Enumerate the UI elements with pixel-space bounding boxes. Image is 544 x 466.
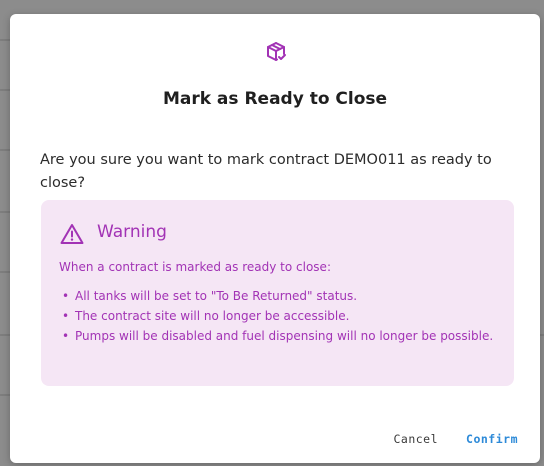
warning-intro: When a contract is marked as ready to cl… [59,260,331,274]
confirm-button[interactable]: Confirm [466,432,518,446]
dialog-title: Mark as Ready to Close [162,89,388,109]
list-item: All tanks will be set to "To Be Returned… [59,286,499,306]
cancel-button[interactable]: Cancel [393,432,438,446]
warning-list: All tanks will be set to "To Be Returned… [59,286,499,346]
ready-to-close-dialog: Mark as Ready to Close Are you sure you … [10,14,540,463]
confirmation-message: Are you sure you want to mark contract D… [40,152,492,191]
list-item: Pumps will be disabled and fuel dispensi… [59,326,499,346]
warning-panel: Warning When a contract is marked as rea… [41,200,514,386]
dialog-actions: Cancel Confirm [393,432,518,446]
list-item: The contract site will no longer be acce… [59,306,499,326]
package-check-icon [267,42,286,61]
warning-title: Warning [97,222,167,242]
warning-triangle-icon [60,224,84,244]
